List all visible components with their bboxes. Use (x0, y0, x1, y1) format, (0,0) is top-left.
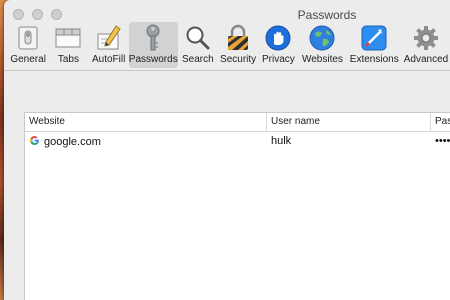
tab-search-label: Search (181, 54, 214, 65)
column-header-password[interactable]: Passw (431, 113, 450, 131)
passwords-table[interactable]: Website User name Passw google.com hulk … (24, 112, 450, 300)
table-row[interactable]: google.com hulk •••••• (25, 132, 450, 150)
column-header-username[interactable]: User name (267, 113, 431, 131)
tab-autofill[interactable]: AutoFill (89, 22, 129, 68)
tab-general-label: General (10, 54, 46, 65)
tab-extensions-label: Extensions (349, 54, 399, 65)
tab-websites[interactable]: Websites (299, 22, 347, 68)
column-header-website[interactable]: Website (25, 113, 267, 131)
tab-privacy-label: Privacy (261, 54, 295, 65)
key-icon (139, 24, 167, 52)
tab-security-label: Security (220, 54, 257, 65)
globe-icon (308, 24, 336, 52)
tab-tabs-label: Tabs (57, 54, 79, 65)
website-text: google.com (44, 135, 101, 148)
general-icon (14, 24, 42, 52)
tab-autofill-label: AutoFill (91, 54, 126, 65)
tab-privacy[interactable]: Privacy (258, 22, 298, 68)
tab-advanced[interactable]: Advanced (402, 22, 450, 68)
tab-general[interactable]: General (8, 22, 48, 68)
preferences-toolbar: General Tabs AutoFill Passwords Search S… (4, 22, 450, 70)
gear-icon (412, 24, 440, 52)
tab-websites-label: Websites (301, 54, 343, 65)
preferences-window: Passwords General Tabs AutoFill Password… (4, 0, 450, 300)
tab-extensions[interactable]: Extensions (346, 22, 402, 68)
google-favicon-icon (30, 135, 39, 145)
tab-advanced-label: Advanced (403, 54, 449, 65)
hand-icon (264, 24, 292, 52)
toolbar-divider (4, 70, 450, 71)
tab-passwords[interactable]: Passwords (128, 22, 178, 68)
window-title: Passwords (297, 8, 357, 22)
tabs-icon (54, 24, 82, 52)
autofill-icon (95, 24, 123, 52)
tab-security[interactable]: Security (218, 22, 258, 68)
tab-tabs[interactable]: Tabs (48, 22, 88, 68)
extensions-icon (360, 24, 388, 52)
search-icon (184, 24, 212, 52)
tab-search[interactable]: Search (178, 22, 218, 68)
password-cell: •••••• (435, 135, 450, 147)
table-header: Website User name Passw (25, 113, 450, 132)
tab-passwords-label: Passwords (128, 54, 178, 65)
lock-icon (224, 24, 252, 52)
username-cell: hulk (271, 135, 292, 147)
website-cell: google.com (25, 135, 267, 148)
